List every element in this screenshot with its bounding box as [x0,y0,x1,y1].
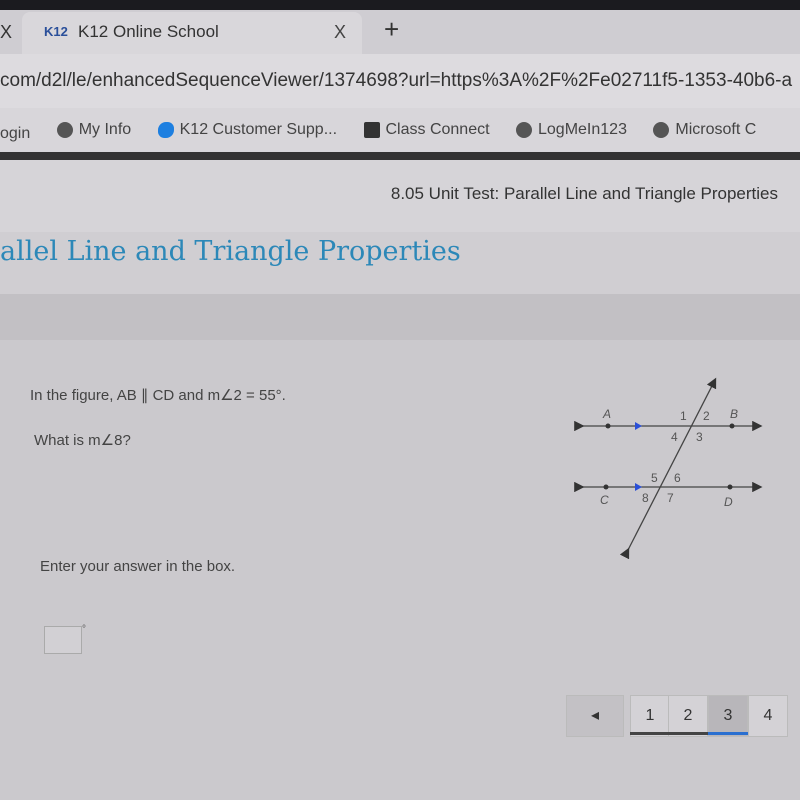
caret-left-icon: ◂ [590,707,600,724]
current-page-indicator [708,732,748,735]
transversal [619,377,717,560]
page-4-button[interactable]: 4 [748,695,788,737]
parallel-arrow-icon [635,483,642,491]
question-prompt: In the figure, AB ∥ CD and m∠2 = 55°. [30,387,286,404]
url-text: com/d2l/le/enhancedSequenceViewer/137469… [0,70,793,91]
page-3-button[interactable]: 3 [708,695,748,737]
progress-track [630,732,708,735]
angle-6: 6 [674,471,681,485]
page-2-button[interactable]: 2 [668,695,708,737]
globe-icon [516,122,532,138]
page-1-button[interactable]: 1 [630,695,670,737]
new-tab-button[interactable]: + [384,14,399,45]
page-title: allel Line and Triangle Properties [0,236,461,267]
k12-logo-icon: K12 [44,24,68,39]
point-c [603,484,609,490]
label-a: A [602,407,611,421]
tab-close-icon[interactable]: X [334,22,346,43]
bookmark-class-connect[interactable]: Class Connect [363,108,490,152]
parallel-lines-figure: A B C D 1 2 3 4 5 6 7 8 [574,377,763,560]
point-a [605,423,611,429]
course-header: 8.05 Unit Test: Parallel Line and Triang… [0,160,800,232]
angle-7: 7 [667,491,674,505]
bookmark-login[interactable]: ogin [0,112,30,156]
parallel-arrow-icon [635,422,642,430]
bookmark-my-info[interactable]: My Info [56,108,131,152]
answer-input[interactable] [44,626,82,654]
bookmark-microsoft[interactable]: Microsoft C [653,108,756,152]
address-bar[interactable]: com/d2l/le/enhancedSequenceViewer/137469… [0,54,800,108]
angle-5: 5 [651,471,658,485]
label-b: B [730,407,738,421]
bookmark-logmein[interactable]: LogMeIn123 [516,108,627,152]
video-icon [363,122,380,138]
test-title: 8.05 Unit Test: Parallel Line and Triang… [390,184,778,203]
point-d [727,484,733,490]
close-prev-tab-icon[interactable]: X [0,22,12,43]
globe-icon [653,122,670,138]
angle-4: 4 [671,430,678,444]
angle-1: 1 [680,409,687,423]
divider [0,152,800,160]
bookmarks-bar: ogin My Info K12 Customer Supp... Class … [0,108,800,152]
degree-symbol: ° [82,624,86,635]
prev-page-button[interactable]: ◂ [566,695,624,737]
cloud-icon [157,122,174,138]
angle-2: 2 [703,409,710,423]
globe-icon [56,122,73,138]
label-c: C [600,493,609,507]
page-title-bar: allel Line and Triangle Properties [0,232,800,294]
point-b [729,423,735,429]
angle-3: 3 [696,430,703,444]
screen-bezel [0,0,800,10]
answer-instruction: Enter your answer in the box. [40,558,236,575]
tab-k12[interactable]: K12 K12 Online School X [22,12,362,54]
tab-title: K12 Online School [78,22,219,41]
bookmark-k12-support[interactable]: K12 Customer Supp... [157,108,337,152]
section-band [0,294,800,340]
angle-8: 8 [642,491,649,505]
question-ask: What is m∠8? [34,432,131,449]
label-d: D [724,495,733,509]
